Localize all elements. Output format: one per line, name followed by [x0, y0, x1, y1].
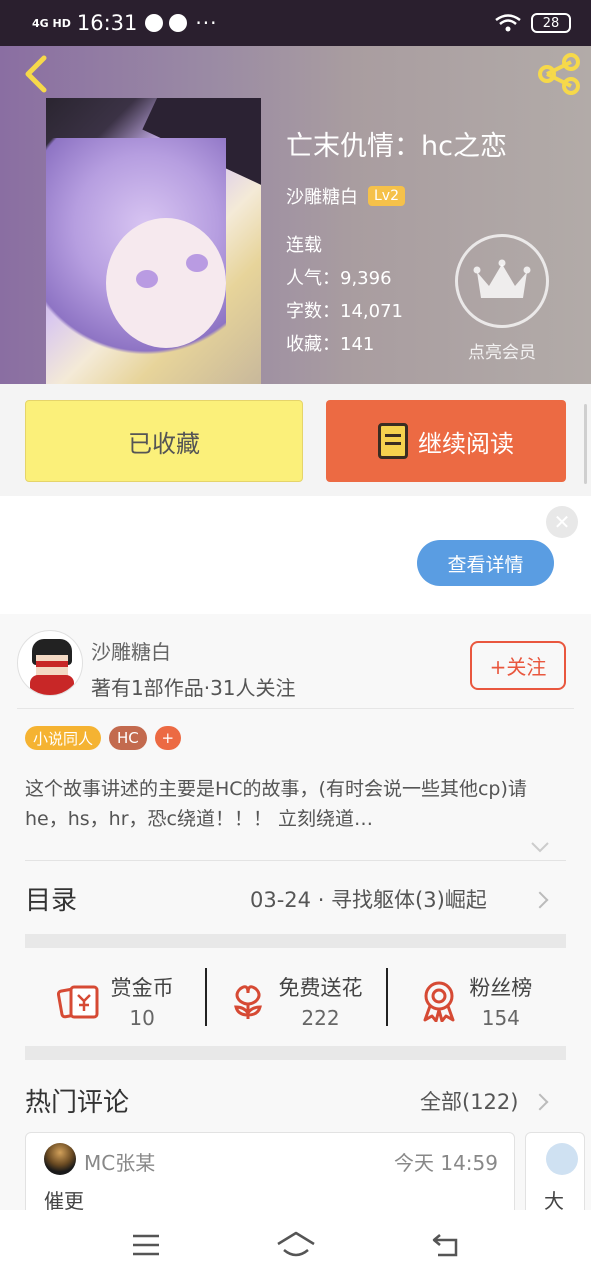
commenter-name[interactable]: MC张某 — [84, 1147, 155, 1176]
home-button[interactable] — [276, 1225, 316, 1265]
action-row: 已收藏 继续阅读 — [0, 384, 591, 496]
author-name[interactable]: 沙雕糖白 — [91, 636, 171, 665]
share-icon — [538, 53, 580, 95]
tag-hc[interactable]: HC — [109, 726, 147, 750]
scrollbar[interactable] — [584, 404, 587, 484]
more-notifications: ··· — [195, 11, 218, 35]
commenter-avatar[interactable] — [546, 1143, 578, 1175]
crown-icon — [473, 259, 531, 298]
continue-reading-button[interactable]: 继续阅读 — [326, 400, 566, 482]
chevron-down-icon[interactable] — [530, 840, 550, 854]
chevron-right-icon — [531, 1093, 549, 1111]
book-cover[interactable] — [46, 98, 261, 384]
toc-heading[interactable]: 目录 — [25, 880, 77, 917]
wifi-icon — [495, 14, 521, 32]
hot-comments-heading: 热门评论 — [25, 1088, 130, 1118]
status-bar: 4G HD 16:31 ··· 28 — [0, 0, 591, 46]
chevron-left-icon — [25, 55, 47, 93]
send-flowers-count: 222 — [301, 1006, 340, 1030]
book-author[interactable]: 沙雕糖白 — [286, 183, 358, 209]
network-indicator: 4G HD — [32, 16, 71, 30]
divider — [17, 708, 574, 709]
book-details: 沙雕糖白 著有1部作品·31人关注 +关注 小说同人 HC + 这个故事讲述的主… — [0, 614, 591, 1242]
tag-list: 小说同人 HC + — [25, 726, 181, 750]
back-nav-button[interactable] — [426, 1225, 466, 1265]
reward-coins-label: 赏金币 — [110, 976, 174, 1000]
home-icon — [276, 1231, 315, 1257]
latest-chapter-link[interactable]: 03-24 · 寻找躯体(3)崛起 — [250, 884, 487, 914]
book-icon — [378, 423, 408, 459]
book-header: 亡末仇情：hc之恋 沙雕糖白 Lv2 连载 人气：9,396 字数：14,071… — [0, 46, 591, 384]
send-flowers-label: 免费送花 — [278, 976, 363, 1000]
battery-indicator: 28 — [531, 13, 571, 33]
book-info: 亡末仇情：hc之恋 沙雕糖白 Lv2 连载 人气：9,396 字数：14,071… — [286, 124, 576, 363]
send-flowers-button[interactable]: 免费送花 222 — [205, 956, 385, 1046]
all-comments-link[interactable]: 全部(122) — [420, 1086, 518, 1116]
commenter-avatar[interactable] — [44, 1143, 76, 1175]
author-avatar[interactable] — [17, 630, 83, 696]
ad-banner[interactable]: ✕ 查看详情 — [0, 496, 591, 614]
reward-coins-count: 10 — [129, 1006, 155, 1030]
divider — [25, 860, 566, 861]
view-details-button[interactable]: 查看详情 — [417, 540, 554, 586]
author-meta: 著有1部作品·31人关注 — [91, 676, 296, 700]
section-separator — [25, 934, 566, 948]
favorited-button[interactable]: 已收藏 — [25, 400, 303, 482]
comment-time: 今天 14:59 — [394, 1151, 498, 1175]
return-icon — [432, 1234, 457, 1257]
compass-icon — [145, 14, 164, 32]
chevron-right-icon — [531, 891, 549, 909]
book-description[interactable]: 这个故事讲述的主要是HC的故事，(有时会说一些其他cp)请he，hs，hr，恐c… — [25, 774, 565, 834]
fan-ranking-count: 154 — [481, 1006, 520, 1030]
share-button[interactable] — [535, 52, 583, 96]
fan-ranking-button[interactable]: 粉丝榜 154 — [385, 956, 566, 1046]
flower-icon — [234, 985, 263, 1019]
chat-bubble-icon — [169, 14, 188, 32]
system-nav-bar — [0, 1210, 591, 1280]
medal-icon — [423, 981, 455, 1022]
support-stats: 赏金币 10 免费送花 222 粉丝榜 154 — [25, 956, 566, 1046]
envelope-coin-icon — [56, 985, 99, 1019]
tag-fanfic[interactable]: 小说同人 — [25, 726, 102, 750]
clock: 16:31 — [76, 11, 138, 35]
fan-ranking-label: 粉丝榜 — [469, 976, 533, 1000]
follow-button[interactable]: +关注 — [470, 641, 566, 690]
vip-label: 点亮会员 — [468, 343, 536, 363]
reward-coins-button[interactable]: 赏金币 10 — [25, 956, 205, 1046]
continue-reading-label: 继续阅读 — [418, 429, 514, 458]
vip-badge-button[interactable] — [455, 234, 549, 328]
menu-icon — [132, 1234, 159, 1256]
back-button[interactable] — [16, 52, 56, 96]
menu-button[interactable] — [126, 1225, 166, 1265]
add-tag-button[interactable]: + — [154, 726, 181, 750]
section-separator — [25, 1046, 566, 1060]
book-title: 亡末仇情：hc之恋 — [286, 131, 507, 162]
level-badge: Lv2 — [368, 186, 405, 206]
close-icon[interactable]: ✕ — [546, 506, 578, 538]
